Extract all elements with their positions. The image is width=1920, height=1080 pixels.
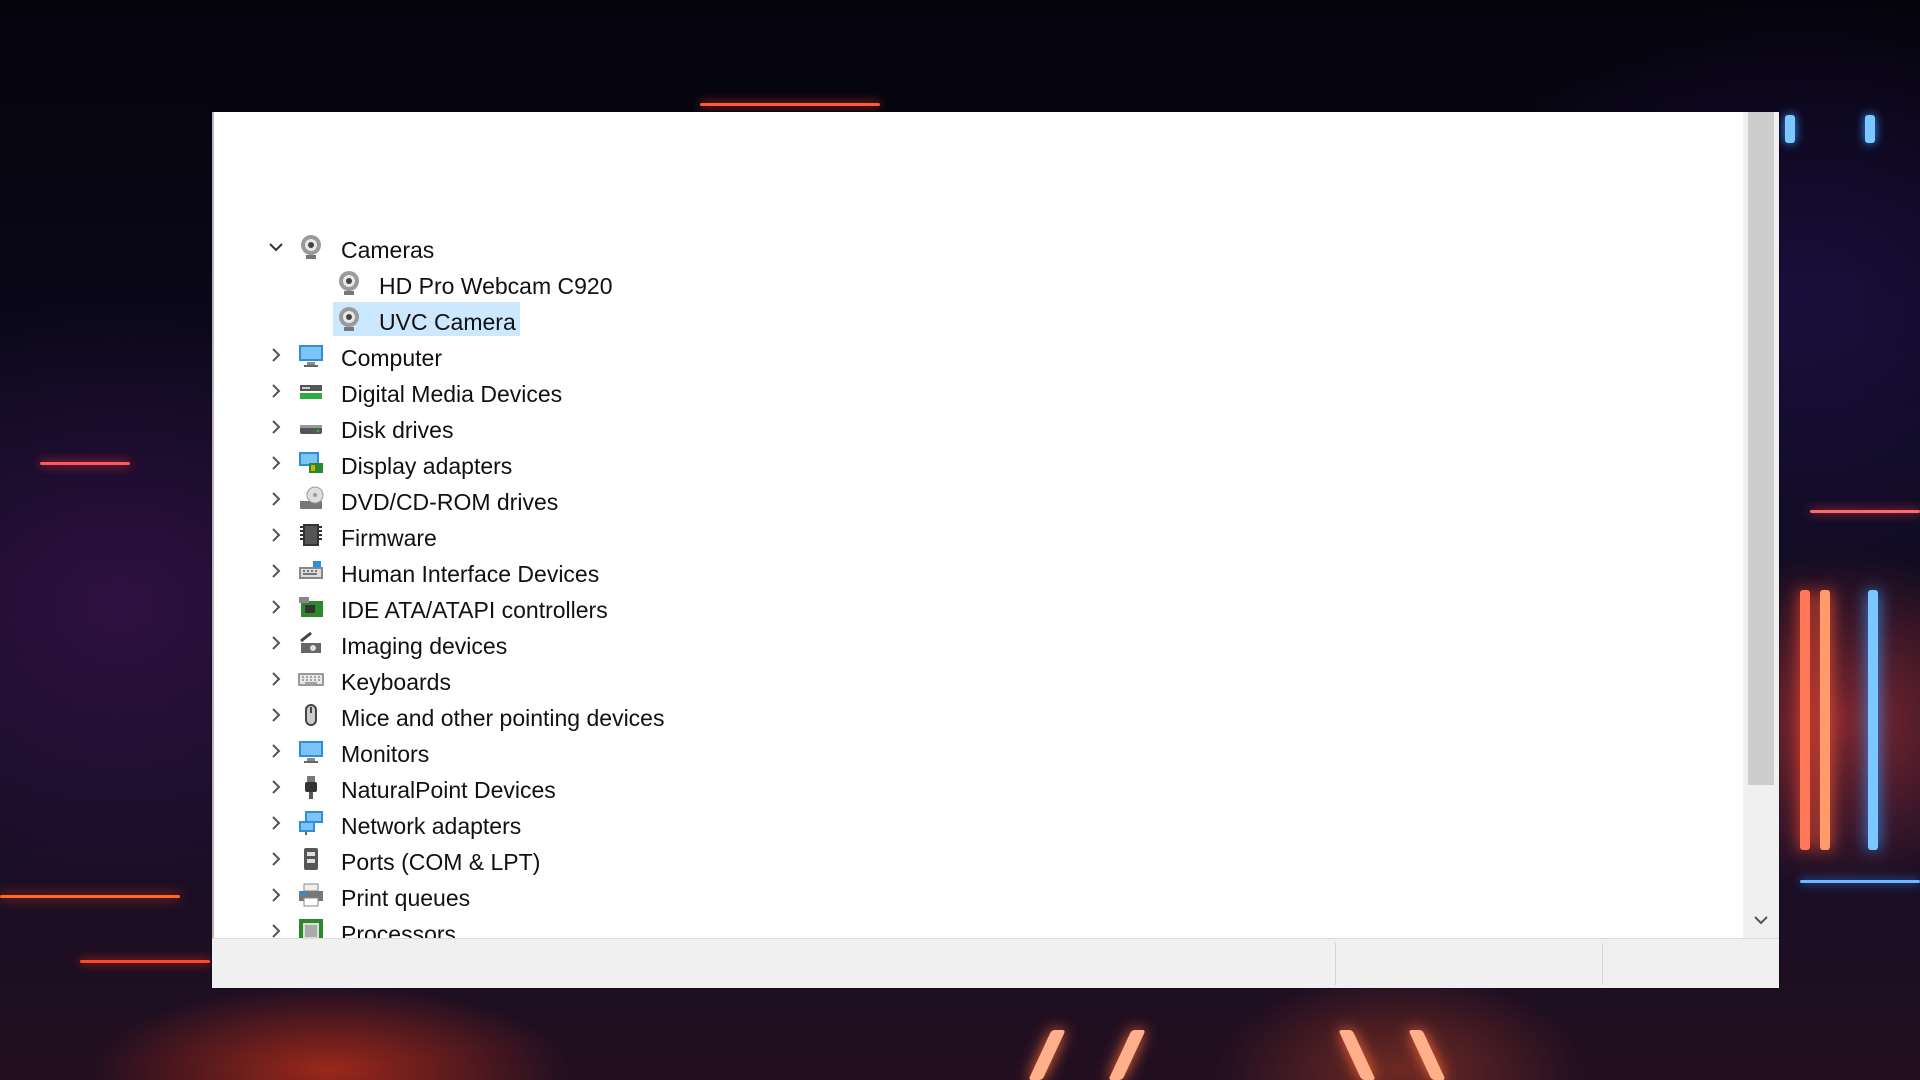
printer-icon bbox=[297, 881, 325, 909]
webcam-icon bbox=[335, 305, 363, 333]
usb-device-icon bbox=[297, 773, 325, 801]
chevron-down-icon bbox=[1754, 916, 1768, 925]
firmware-chip-icon bbox=[297, 521, 325, 549]
tree-item-category[interactable]: Imaging devices bbox=[214, 625, 1743, 661]
vertical-scrollbar[interactable] bbox=[1743, 112, 1779, 938]
chevron-right-icon[interactable] bbox=[265, 416, 287, 438]
tree-item-label: NaturalPoint Devices bbox=[341, 777, 556, 803]
chevron-right-icon[interactable] bbox=[265, 380, 287, 402]
mouse-icon bbox=[297, 701, 325, 729]
tree-item-category[interactable]: Processors bbox=[214, 913, 1743, 938]
tree-item-category[interactable]: Computer bbox=[214, 337, 1743, 373]
chevron-right-icon[interactable] bbox=[265, 560, 287, 582]
tree-item-camera-device-selected[interactable]: UVC Camera bbox=[214, 301, 1743, 337]
status-pane bbox=[1335, 943, 1602, 985]
chevron-right-icon[interactable] bbox=[265, 524, 287, 546]
scroll-down-button[interactable] bbox=[1743, 902, 1779, 938]
hid-icon bbox=[297, 557, 325, 585]
tree-item-label: Disk drives bbox=[341, 417, 454, 443]
chevron-right-icon[interactable] bbox=[265, 740, 287, 762]
device-tree[interactable]: Cameras HD Pro Webcam C920 UVC Camera Co… bbox=[212, 112, 1743, 938]
chevron-right-icon[interactable] bbox=[265, 668, 287, 690]
tree-item-label: DVD/CD-ROM drives bbox=[341, 489, 559, 515]
tree-item-label: Ports (COM & LPT) bbox=[341, 849, 541, 875]
tree-item-category[interactable]: Digital Media Devices bbox=[214, 373, 1743, 409]
tree-item-cameras[interactable]: Cameras bbox=[214, 229, 1743, 265]
chevron-right-icon[interactable] bbox=[265, 884, 287, 906]
webcam-icon bbox=[297, 233, 325, 261]
tree-item-category[interactable]: Disk drives bbox=[214, 409, 1743, 445]
tree-item-category[interactable]: Print queues bbox=[214, 877, 1743, 913]
chevron-right-icon[interactable] bbox=[265, 920, 287, 938]
chevron-down-icon[interactable] bbox=[265, 236, 287, 258]
tree-item-label: Display adapters bbox=[341, 453, 513, 479]
imaging-device-icon bbox=[297, 629, 325, 657]
tree-item-label: Print queues bbox=[341, 885, 471, 911]
status-pane bbox=[1602, 943, 1779, 985]
keyboard-icon bbox=[297, 665, 325, 693]
tree-item-category[interactable]: NaturalPoint Devices bbox=[214, 769, 1743, 805]
tree-item-label: Firmware bbox=[341, 525, 437, 551]
tree-item-label: Monitors bbox=[341, 741, 430, 767]
chevron-right-icon[interactable] bbox=[265, 488, 287, 510]
network-adapter-icon bbox=[297, 809, 325, 837]
tree-item-category[interactable]: Ports (COM & LPT) bbox=[214, 841, 1743, 877]
device-manager-window: Cameras HD Pro Webcam C920 UVC Camera Co… bbox=[212, 112, 1779, 988]
scrollbar-thumb[interactable] bbox=[1748, 112, 1774, 785]
tree-item-label: Processors bbox=[341, 921, 457, 938]
tree-item-category[interactable]: Network adapters bbox=[214, 805, 1743, 841]
chevron-right-icon[interactable] bbox=[265, 632, 287, 654]
chevron-right-icon[interactable] bbox=[265, 704, 287, 726]
chevron-right-icon[interactable] bbox=[265, 452, 287, 474]
tree-item-category[interactable]: Display adapters bbox=[214, 445, 1743, 481]
monitor-icon bbox=[297, 341, 325, 369]
tree-item-label: Human Interface Devices bbox=[341, 561, 600, 587]
chevron-right-icon[interactable] bbox=[265, 344, 287, 366]
tree-item-category[interactable]: DVD/CD-ROM drives bbox=[214, 481, 1743, 517]
tree-item-label: IDE ATA/ATAPI controllers bbox=[341, 597, 608, 623]
dvd-drive-icon bbox=[297, 485, 325, 513]
tree-item-category[interactable]: Keyboards bbox=[214, 661, 1743, 697]
tree-item-label: HD Pro Webcam C920 bbox=[379, 273, 613, 299]
media-device-icon bbox=[297, 377, 325, 405]
ide-controller-icon bbox=[297, 593, 325, 621]
tree-item-label: Cameras bbox=[341, 237, 435, 263]
chevron-right-icon[interactable] bbox=[265, 848, 287, 870]
display-adapter-icon bbox=[297, 449, 325, 477]
tree-item-label: UVC Camera bbox=[379, 309, 516, 335]
status-bar bbox=[212, 938, 1779, 988]
processor-icon bbox=[297, 917, 325, 938]
chevron-right-icon[interactable] bbox=[265, 776, 287, 798]
chevron-right-icon[interactable] bbox=[265, 596, 287, 618]
port-icon bbox=[297, 845, 325, 873]
tree-item-camera-device[interactable]: HD Pro Webcam C920 bbox=[214, 265, 1743, 301]
chevron-right-icon[interactable] bbox=[265, 812, 287, 834]
tree-item-label: Imaging devices bbox=[341, 633, 508, 659]
tree-item-category[interactable]: Mice and other pointing devices bbox=[214, 697, 1743, 733]
tree-item-label: Mice and other pointing devices bbox=[341, 705, 665, 731]
tree-item-category[interactable]: IDE ATA/ATAPI controllers bbox=[214, 589, 1743, 625]
tree-item-label: Keyboards bbox=[341, 669, 451, 695]
tree-item-label: Digital Media Devices bbox=[341, 381, 563, 407]
tree-item-label: Network adapters bbox=[341, 813, 522, 839]
tree-item-category[interactable]: Monitors bbox=[214, 733, 1743, 769]
disk-drive-icon bbox=[297, 413, 325, 441]
webcam-icon bbox=[335, 269, 363, 297]
tree-item-category[interactable]: Firmware bbox=[214, 517, 1743, 553]
tree-item-label: Computer bbox=[341, 345, 442, 371]
tree-item-category[interactable]: Human Interface Devices bbox=[214, 553, 1743, 589]
monitor-icon bbox=[297, 737, 325, 765]
